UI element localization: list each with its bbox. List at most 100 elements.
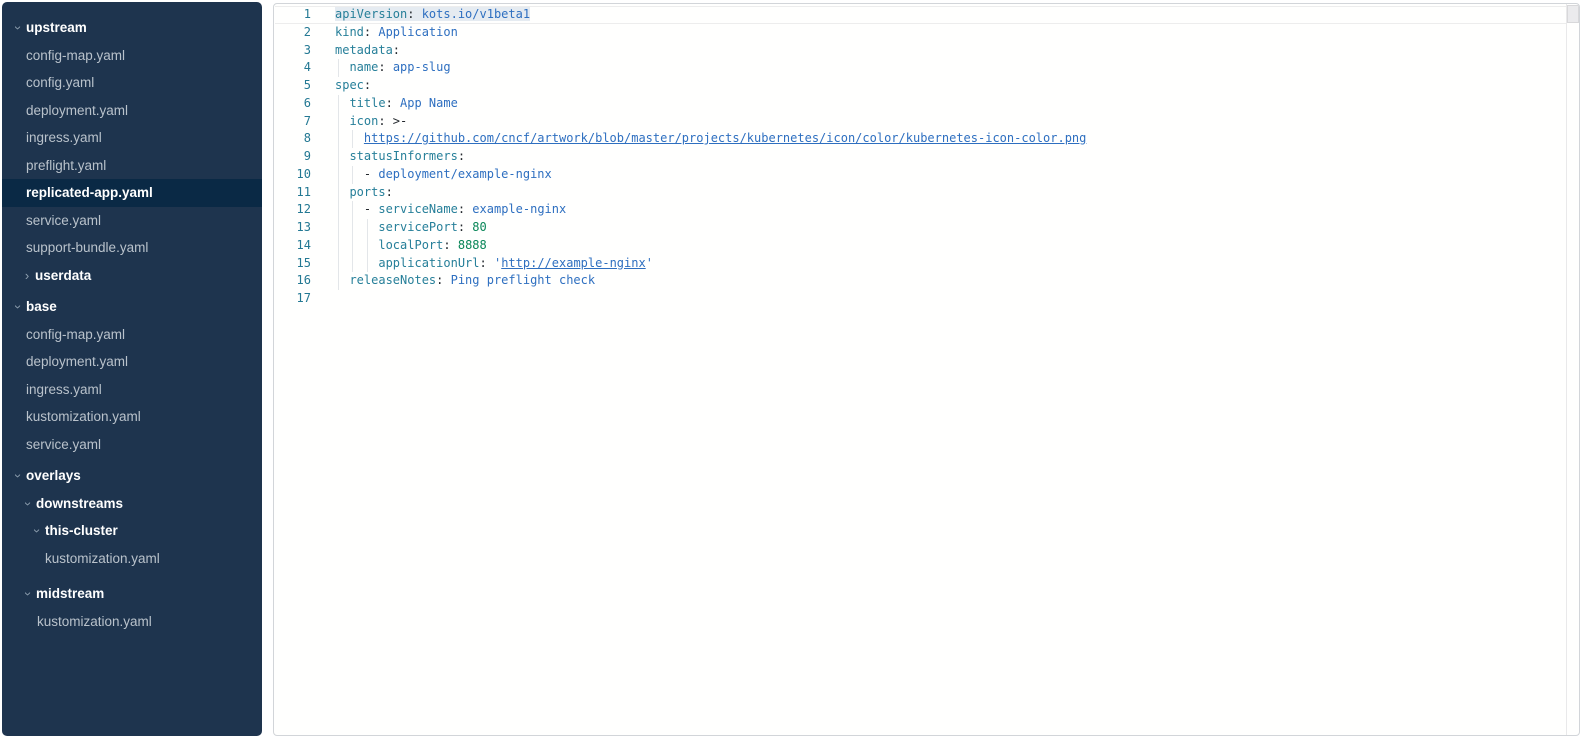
token-punct: :	[458, 220, 472, 234]
token-punct: :	[443, 238, 457, 252]
code-line[interactable]: 8 https://github.com/cncf/artwork/blob/m…	[274, 130, 1579, 148]
line-text: kind: Application	[335, 25, 458, 39]
tree-file-preflight-yaml[interactable]: preflight.yaml	[2, 152, 262, 180]
code-content: applicationUrl: 'http://example-nginx'	[335, 255, 1579, 273]
tree-file-service-yaml[interactable]: service.yaml	[2, 207, 262, 235]
tree-folder-this-cluster[interactable]: ›this-cluster	[2, 517, 262, 545]
token-punct: :	[436, 273, 450, 287]
code-content: ports:	[335, 184, 1579, 202]
tree-file-service-yaml[interactable]: service.yaml	[2, 431, 262, 459]
code-line[interactable]: 14 localPort: 8888	[274, 237, 1579, 255]
code-line[interactable]: 6 title: App Name	[274, 95, 1579, 113]
token-punct: :	[364, 25, 378, 39]
code-line[interactable]: 3metadata:	[274, 42, 1579, 60]
indent-guide	[352, 237, 353, 255]
token-value: kots.io/v1beta1	[422, 7, 530, 21]
tree-file-ingress-yaml[interactable]: ingress.yaml	[2, 376, 262, 404]
tree-folder-userdata[interactable]: ›userdata	[2, 262, 262, 290]
url-link[interactable]: https://github.com/cncf/artwork/blob/mas…	[364, 131, 1086, 145]
token-value: Application	[378, 25, 457, 39]
tree-file-deployment-yaml[interactable]: deployment.yaml	[2, 97, 262, 125]
code-line[interactable]: 12 - serviceName: example-nginx	[274, 201, 1579, 219]
code-content: servicePort: 80	[335, 219, 1579, 237]
token-key: apiVersion	[335, 7, 407, 21]
scrollbar-thumb[interactable]	[1567, 5, 1579, 23]
scrollbar[interactable]	[1566, 4, 1579, 735]
token-key: spec	[335, 78, 364, 92]
tree-file-config-map-yaml[interactable]: config-map.yaml	[2, 42, 262, 70]
tree-folder-overlays[interactable]: ›overlays	[2, 462, 262, 490]
indent-guide	[367, 255, 368, 273]
code-content	[335, 290, 1579, 308]
token-punct: :	[386, 96, 400, 110]
tree-folder-midstream[interactable]: ›midstream	[2, 580, 262, 608]
indent-guide	[367, 237, 368, 255]
tree-file-support-bundle-yaml[interactable]: support-bundle.yaml	[2, 234, 262, 262]
code-line[interactable]: 17	[274, 290, 1579, 308]
code-line[interactable]: 2kind: Application	[274, 24, 1579, 42]
code-line[interactable]: 16 releaseNotes: Ping preflight check	[274, 272, 1579, 290]
tree-file-ingress-yaml[interactable]: ingress.yaml	[2, 124, 262, 152]
code-editor[interactable]: 1apiVersion: kots.io/v1beta12kind: Appli…	[273, 3, 1580, 736]
tree-item-label: config-map.yaml	[2, 42, 125, 70]
tree-item-label: kustomization.yaml	[2, 545, 160, 573]
code-line[interactable]: 9 statusInformers:	[274, 148, 1579, 166]
code-content: kind: Application	[335, 24, 1579, 42]
token-punct: :	[458, 149, 465, 163]
tree-file-replicated-app-yaml[interactable]: replicated-app.yaml	[2, 179, 262, 207]
code-content: statusInformers:	[335, 148, 1579, 166]
code-content: metadata:	[335, 42, 1579, 60]
tree-item-label: config.yaml	[2, 69, 94, 97]
line-text: metadata:	[335, 43, 400, 57]
tree-file-kustomization-yaml[interactable]: kustomization.yaml	[2, 545, 262, 573]
token-punct: :	[364, 78, 371, 92]
code-line[interactable]: 11 ports:	[274, 184, 1579, 202]
indent-guide	[338, 219, 339, 237]
line-number: 13	[274, 219, 335, 237]
tree-folder-upstream[interactable]: ›upstream	[2, 14, 262, 42]
chevron-down-icon: ›	[14, 588, 42, 600]
indent-guide	[338, 184, 339, 202]
tree-item-label: deployment.yaml	[2, 348, 128, 376]
code-line[interactable]: 5spec:	[274, 77, 1579, 95]
code-line[interactable]: 1apiVersion: kots.io/v1beta1	[274, 6, 1579, 24]
line-number: 14	[274, 237, 335, 255]
url-link[interactable]: http://example-nginx	[501, 256, 646, 270]
tree-folder-downstreams[interactable]: ›downstreams	[2, 490, 262, 518]
line-number: 2	[274, 24, 335, 42]
tree-item-label: service.yaml	[2, 431, 101, 459]
indent-guide	[338, 113, 339, 131]
line-number: 9	[274, 148, 335, 166]
code-line[interactable]: 13 servicePort: 80	[274, 219, 1579, 237]
line-number: 16	[274, 272, 335, 290]
code-line[interactable]: 10 - deployment/example-nginx	[274, 166, 1579, 184]
code-line[interactable]: 15 applicationUrl: 'http://example-nginx…	[274, 255, 1579, 273]
code-content: releaseNotes: Ping preflight check	[335, 272, 1579, 290]
token-key: metadata	[335, 43, 393, 57]
token-key: localPort	[378, 238, 443, 252]
tree-file-kustomization-yaml[interactable]: kustomization.yaml	[2, 403, 262, 431]
code-content: title: App Name	[335, 95, 1579, 113]
token-key: ports	[349, 185, 385, 199]
token-key: serviceName	[378, 202, 457, 216]
token-key: statusInformers	[349, 149, 457, 163]
tree-item-label: ingress.yaml	[2, 124, 102, 152]
token-value: deployment/example-nginx	[378, 167, 551, 181]
line-text: - deployment/example-nginx	[335, 167, 552, 181]
tree-item-label: kustomization.yaml	[2, 403, 141, 431]
line-text: applicationUrl: 'http://example-nginx'	[335, 256, 653, 270]
tree-item-label: this-cluster	[2, 517, 118, 545]
token-value: App Name	[400, 96, 458, 110]
code-line[interactable]: 7 icon: >-	[274, 113, 1579, 131]
code-line[interactable]: 4 name: app-slug	[274, 59, 1579, 77]
line-number: 1	[274, 6, 335, 24]
tree-file-config-map-yaml[interactable]: config-map.yaml	[2, 321, 262, 349]
tree-file-config-yaml[interactable]: config.yaml	[2, 69, 262, 97]
chevron-down-icon: ›	[4, 22, 32, 34]
code-content: - deployment/example-nginx	[335, 166, 1579, 184]
tree-file-kustomization-yaml[interactable]: kustomization.yaml	[2, 608, 262, 636]
token-punct: :	[480, 256, 494, 270]
tree-file-deployment-yaml[interactable]: deployment.yaml	[2, 348, 262, 376]
code-content: name: app-slug	[335, 59, 1579, 77]
tree-folder-base[interactable]: ›base	[2, 293, 262, 321]
